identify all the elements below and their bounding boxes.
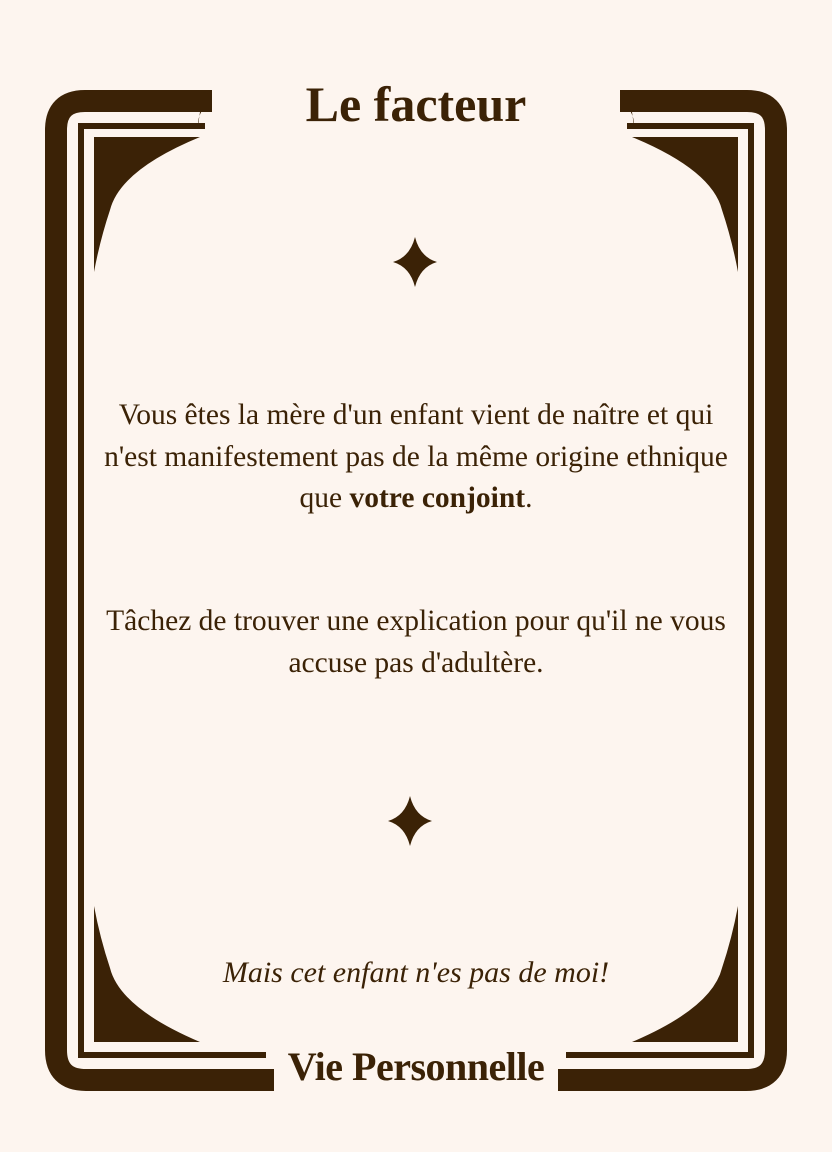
card-title: Le facteur <box>305 76 527 132</box>
bottom-star-icon <box>388 796 432 846</box>
description-end: . <box>525 482 533 514</box>
card-category: Vie Personnelle <box>287 1044 545 1089</box>
description-emphasis: votre conjoint <box>349 482 526 514</box>
card-instruction: Tâchez de trouver une explication pour q… <box>106 605 726 679</box>
card-quote: Mais cet enfant n'es pas de moi! <box>222 956 610 989</box>
corner-ornament-icon <box>94 137 200 272</box>
corner-ornament-icon <box>632 137 738 272</box>
card-description: Vous êtes la mère d'un enfant vient de n… <box>96 395 736 520</box>
top-star-icon <box>393 237 437 287</box>
